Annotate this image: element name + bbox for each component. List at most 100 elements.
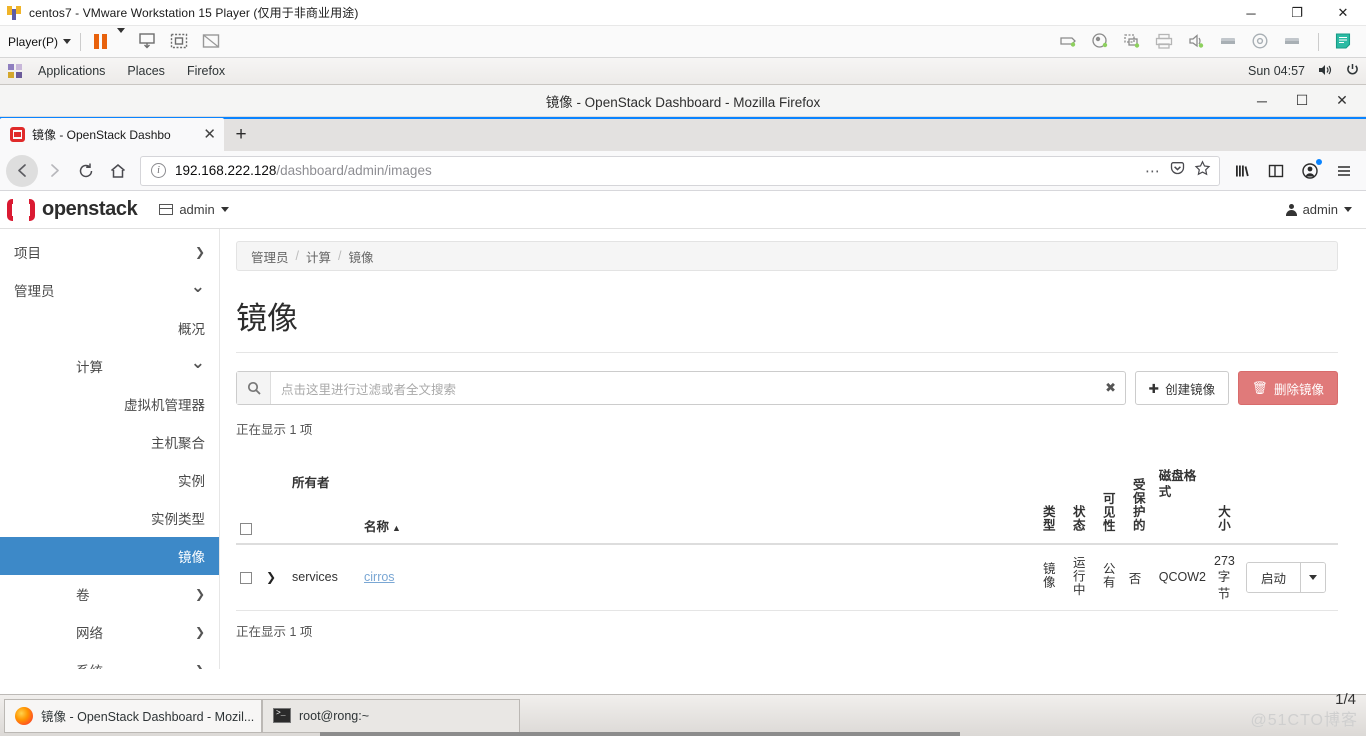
pause-icon[interactable] [94, 34, 108, 49]
launch-button[interactable]: 启动 [1247, 562, 1301, 592]
clear-search-icon[interactable]: ✖ [1097, 372, 1125, 404]
unity-mode-icon[interactable] [169, 31, 191, 53]
vmware-toolbar: Player(P) [0, 26, 1366, 58]
column-size-label: 大小 [1216, 505, 1230, 532]
account-icon[interactable] [1294, 155, 1326, 187]
column-disk-format[interactable]: 磁盘格式 [1154, 448, 1210, 545]
removable-device2-icon[interactable] [1282, 31, 1304, 53]
table-header-row: 所有者 名称 ▲ 类型 状态 可见性 受保护的 磁盘格式 大小 [236, 448, 1338, 545]
person-icon [1285, 203, 1297, 216]
search-input-text[interactable]: 点击这里进行过滤或者全文搜索 [271, 372, 1097, 404]
close-icon[interactable]: ✕ [203, 127, 216, 142]
breadcrumb-item-admin[interactable]: 管理员 [251, 247, 289, 266]
new-tab-button[interactable]: + [224, 118, 258, 151]
gnome-clock[interactable]: Sun 04:57 [1248, 64, 1305, 78]
firefox-close-button[interactable]: ✕ [1322, 85, 1362, 117]
sidebar-item-system[interactable]: 系统 [0, 651, 219, 669]
sidebar-item-volumes[interactable]: 卷 [0, 575, 219, 613]
pause-dropdown-icon[interactable] [117, 27, 126, 51]
sidebar-item-overview[interactable]: 概况 [0, 309, 219, 347]
create-image-button[interactable]: ✚ 创建镜像 [1134, 371, 1230, 405]
sidebar: 项目 管理员 概况 计算 虚拟机管理器 主机聚合 实例 实例类型 镜像 [0, 229, 220, 669]
firefox-minimize-button[interactable]: ─ [1242, 85, 1282, 117]
printer-icon[interactable] [1154, 31, 1176, 53]
column-type[interactable]: 类型 [1034, 448, 1065, 545]
sidebar-item-images[interactable]: 镜像 [0, 537, 219, 575]
column-owner[interactable]: 所有者 [288, 448, 360, 545]
column-protected[interactable]: 受保护的 [1124, 448, 1155, 545]
delete-image-button[interactable]: 🗑 删除镜像 [1238, 371, 1338, 405]
sidebar-item-network[interactable]: 网络 [0, 613, 219, 651]
column-size[interactable]: 大小 [1210, 448, 1242, 545]
power-icon[interactable] [1345, 62, 1360, 80]
column-name[interactable]: 名称 ▲ [360, 448, 1035, 545]
cd-dvd-icon[interactable] [1122, 31, 1144, 53]
notes-icon[interactable] [1333, 31, 1355, 53]
usb-icon[interactable] [1090, 31, 1112, 53]
forward-button[interactable] [38, 155, 70, 187]
cell-name: cirros [360, 544, 1035, 611]
table-body: ❯ services cirros 镜像 运行中 公有 否 QCOW2 273 … [236, 544, 1338, 611]
reload-button[interactable] [70, 155, 102, 187]
row-actions-dropdown-button[interactable] [1300, 562, 1326, 592]
vmware-maximize-button[interactable]: ❐ [1274, 0, 1320, 26]
gnome-top-bar: Applications Places Firefox Sun 04:57 [0, 58, 1366, 85]
search-input[interactable]: 点击这里进行过滤或者全文搜索 ✖ [236, 371, 1126, 405]
table-row[interactable]: ❯ services cirros 镜像 运行中 公有 否 QCOW2 273 … [236, 544, 1338, 611]
player-menu-button[interactable]: Player(P) [8, 35, 72, 49]
column-visibility[interactable]: 可见性 [1094, 448, 1125, 545]
row-checkbox[interactable] [240, 572, 252, 585]
sidebar-item-host-aggregates[interactable]: 主机聚合 [0, 423, 219, 461]
firefox-maximize-button[interactable]: ☐ [1282, 85, 1322, 117]
hard-disk-icon[interactable] [1250, 31, 1272, 53]
taskbar-item-firefox[interactable]: 镜像 - OpenStack Dashboard - Mozil... [4, 698, 262, 733]
search-icon [237, 372, 271, 404]
sound-icon[interactable] [1186, 31, 1208, 53]
column-status[interactable]: 状态 [1064, 448, 1095, 545]
network-icon[interactable] [1058, 31, 1080, 53]
image-name-link[interactable]: cirros [364, 570, 395, 584]
table-head: 所有者 名称 ▲ 类型 状态 可见性 受保护的 磁盘格式 大小 [236, 448, 1338, 545]
page-actions-icon[interactable]: ⋯ [1145, 162, 1161, 180]
row-expand-cell[interactable]: ❯ [262, 544, 288, 611]
column-status-label: 状态 [1070, 505, 1085, 532]
breadcrumb-item-compute[interactable]: 计算 [306, 247, 331, 266]
sidebar-item-compute[interactable]: 计算 [0, 347, 219, 385]
taskbar-item-terminal[interactable]: root@rong:~ [262, 698, 520, 733]
browser-tab[interactable]: 镜像 - OpenStack Dashbo ✕ [0, 118, 224, 151]
volume-icon[interactable] [1317, 63, 1333, 80]
toolbar-divider-2 [1318, 32, 1319, 51]
menu-icon[interactable] [1328, 155, 1360, 187]
sidebar-item-flavors[interactable]: 实例类型 [0, 499, 219, 537]
column-actions [1242, 448, 1338, 545]
project-selector[interactable]: admin [159, 202, 229, 217]
gnome-applications-menu[interactable]: Applications [27, 58, 116, 85]
breadcrumb-item-images[interactable]: 镜像 [349, 247, 374, 266]
fullscreen-icon[interactable] [201, 31, 223, 53]
removable-device-icon[interactable] [1218, 31, 1240, 53]
gnome-places-menu[interactable]: Places [116, 58, 176, 85]
page-info-icon[interactable]: i [151, 163, 166, 178]
star-icon[interactable] [1194, 159, 1211, 182]
vmware-minimize-button[interactable]: ─ [1228, 0, 1274, 26]
main-content: 管理员 / 计算 / 镜像 镜像 点击这里进行过滤或者全文搜索 ✖ ✚ 创建镜像… [220, 229, 1366, 669]
library-icon[interactable] [1226, 155, 1258, 187]
back-button[interactable] [6, 154, 38, 187]
pocket-icon[interactable] [1169, 160, 1186, 182]
home-button[interactable] [102, 155, 134, 187]
select-all-checkbox[interactable] [240, 522, 252, 535]
vmware-close-button[interactable]: ✕ [1320, 0, 1366, 26]
breadcrumb-separator: / [338, 249, 342, 263]
user-menu[interactable]: admin [1285, 202, 1352, 217]
sidebar-icon[interactable] [1260, 155, 1292, 187]
row-select-cell [236, 544, 262, 611]
project-selector-label: admin [179, 202, 215, 217]
sidebar-item-instances[interactable]: 实例 [0, 461, 219, 499]
sidebar-item-project[interactable]: 项目 [0, 233, 219, 271]
gnome-firefox-menu[interactable]: Firefox [176, 58, 236, 85]
sidebar-item-admin[interactable]: 管理员 [0, 271, 219, 309]
sidebar-item-hypervisors[interactable]: 虚拟机管理器 [0, 385, 219, 423]
send-ctrl-alt-del-icon[interactable] [137, 31, 159, 53]
vmware-icon [6, 5, 22, 21]
url-bar[interactable]: i 192.168.222.128/dashboard/admin/images… [140, 155, 1220, 186]
